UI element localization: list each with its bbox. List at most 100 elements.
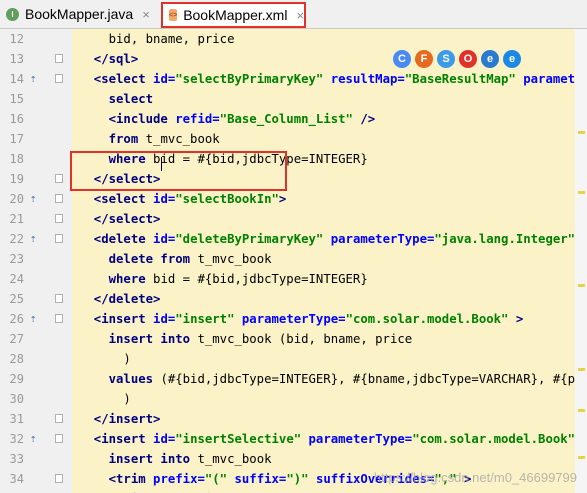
code-token: refid= [175,112,220,126]
code-token: "Base_Column_List" [219,112,353,126]
code-token: <select [79,192,154,206]
code-line[interactable]: 31 </insert> [0,409,587,429]
navigate-to-interface-icon[interactable]: ⇡ [28,433,38,445]
code-token: bid = #{bid,jdbcType=INTEGER} [153,272,368,286]
navigate-to-interface-icon[interactable]: ⇡ [28,313,38,325]
code-editor[interactable]: 12 bid, bname, price 13 </sql> 14 ⇡ <select… [0,29,587,493]
code-token: id= [153,312,176,326]
stripe-warning-mark[interactable] [578,455,585,459]
code-text: <delete id="deleteByPrimaryKey" paramete… [79,229,587,249]
line-number: 31 [9,412,24,426]
close-icon[interactable]: × [296,8,304,23]
annotation-highlight-box [70,151,287,191]
code-text: ) [79,389,131,409]
fold-marker-icon[interactable] [55,414,63,423]
code-token: parameterType= [234,312,346,326]
code-token: "com.solar.model.Book" [345,312,509,326]
code-line[interactable]: 12 bid, bname, price [0,29,587,49]
tab-bookmapper-xml[interactable]: <> BookMapper.xml × [161,2,306,28]
tab-label: BookMapper.java [25,6,134,22]
code-token: /> [352,112,376,126]
line-number: 17 [9,132,24,146]
line-number: 21 [9,212,24,226]
code-token: "(" [204,472,228,486]
code-line[interactable]: 15 select [0,89,587,109]
stripe-warning-mark[interactable] [578,284,585,288]
code-line[interactable]: 16 <include refid="Base_Column_List" /> [0,109,587,129]
code-line[interactable]: 26 ⇡ <insert id="insert" parameterType="c… [0,309,587,329]
code-token: </select> [79,212,161,226]
close-icon[interactable]: × [142,7,150,22]
navigate-to-interface-icon[interactable]: ⇡ [28,193,38,205]
line-number: 27 [9,332,24,346]
fold-marker-icon[interactable] [55,74,63,83]
code-token: delete from [79,252,198,266]
code-line[interactable]: 20 ⇡ <select id="selectBookIn"> [0,189,587,209]
line-number: 19 [9,172,24,186]
code-token: insert into [79,452,198,466]
line-number: 14 [9,72,24,86]
safari-icon[interactable]: S [437,50,455,68]
stripe-warning-mark[interactable] [578,409,585,413]
code-line[interactable]: 25 </delete> [0,289,587,309]
edge-icon[interactable]: e [503,50,521,68]
code-token: <delete [79,232,154,246]
error-stripe[interactable] [575,29,587,493]
code-line[interactable]: 22 ⇡ <delete id="deleteByPrimaryKey" para… [0,229,587,249]
code-line[interactable]: 32 ⇡ <insert id="insertSelective" paramet… [0,429,587,449]
text-caret [161,157,162,171]
code-token: (#{bid,jdbcType=INTEGER}, #{bname,jdbcTy… [160,372,587,386]
line-number: 30 [9,392,24,406]
fold-marker-icon[interactable] [55,194,63,203]
line-number: 16 [9,112,24,126]
code-text: ) [79,349,131,369]
code-token: "deleteByPrimaryKey" [175,232,324,246]
fold-marker-icon[interactable] [55,474,63,483]
navigate-to-interface-icon[interactable]: ⇡ [28,73,38,85]
fold-marker-icon[interactable] [55,294,63,303]
code-token: id= [153,192,176,206]
firefox-icon[interactable]: F [415,50,433,68]
code-token: > [508,312,524,326]
code-line[interactable]: 29 values (#{bid,jdbcType=INTEGER}, #{bn… [0,369,587,389]
code-token: </sql> [79,52,139,66]
code-line[interactable]: 17 from t_mvc_book [0,129,587,149]
tab-bookmapper-java[interactable]: I BookMapper.java × [6,0,156,28]
fold-marker-icon[interactable] [55,54,63,63]
stripe-warning-mark[interactable] [578,367,585,371]
code-line[interactable]: 33 insert into t_mvc_book [0,449,587,469]
code-text: bid, bname, price [79,29,235,49]
ie-icon[interactable]: e [481,50,499,68]
code-text: <if test="bid != null" > [79,489,301,493]
fold-marker-icon[interactable] [55,174,63,183]
line-number: 20 [9,192,24,206]
code-token: ) [79,352,131,366]
code-line[interactable]: 35 <if test="bid != null" > [0,489,587,493]
fold-marker-icon[interactable] [55,234,63,243]
line-number: 32 [9,432,24,446]
code-line[interactable]: 24 where bid = #{bid,jdbcType=INTEGER} [0,269,587,289]
line-number: 12 [9,32,24,46]
code-line[interactable]: 27 insert into t_mvc_book (bid, bname, p… [0,329,587,349]
navigate-to-interface-icon[interactable]: ⇡ [28,233,38,245]
chrome-icon[interactable]: C [393,50,411,68]
code-text: select [79,89,153,109]
line-number: 28 [9,352,24,366]
fold-marker-icon[interactable] [55,214,63,223]
stripe-warning-mark[interactable] [578,131,585,135]
fold-marker-icon[interactable] [55,314,63,323]
code-token: "insert" [175,312,235,326]
stripe-warning-mark[interactable] [578,191,585,195]
line-number: 24 [9,272,24,286]
code-line[interactable]: 21 </select> [0,209,587,229]
java-interface-icon: I [6,7,19,21]
line-number: 29 [9,372,24,386]
code-line[interactable]: 30 ) [0,389,587,409]
opera-icon[interactable]: O [459,50,477,68]
code-line[interactable]: 23 delete from t_mvc_book [0,249,587,269]
code-line[interactable]: 28 ) [0,349,587,369]
line-number: 35 [4,489,24,493]
code-token: from [79,132,146,146]
code-token: ) [79,392,131,406]
fold-marker-icon[interactable] [55,434,63,443]
